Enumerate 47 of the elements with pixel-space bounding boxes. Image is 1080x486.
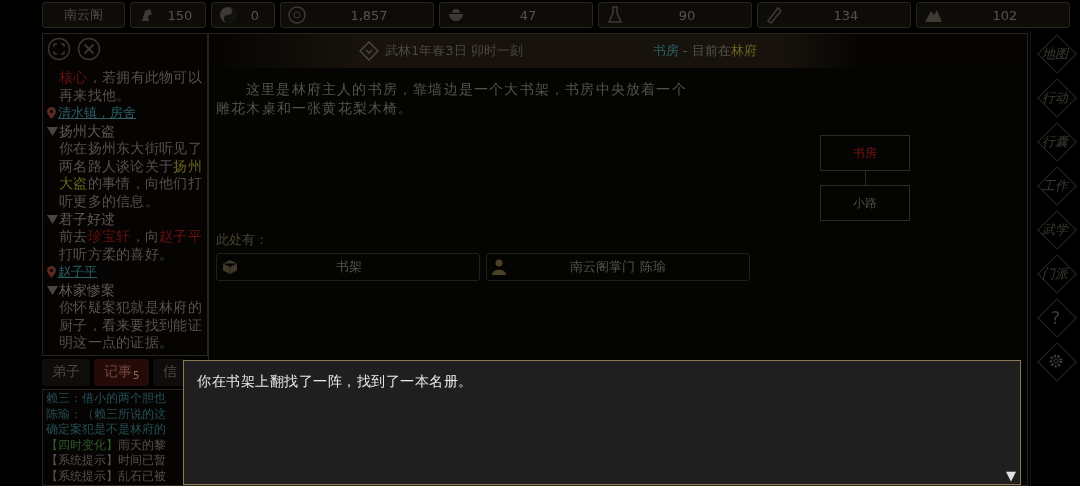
quest-description: 你怀疑案犯就是林府的厨子，看来要找到能证明这一点的证据。 — [58, 299, 203, 352]
quest-title[interactable]: 君子好逑 — [59, 210, 115, 228]
box-icon — [222, 259, 238, 275]
log-line: 【系统提示】乱石已被 — [46, 468, 167, 484]
stat-value: 134 — [832, 7, 860, 23]
expand-icon[interactable] — [47, 37, 71, 61]
quest-title[interactable]: 扬州大盗 — [59, 122, 115, 140]
log-line: 陈瑜：（赖三所说的这 — [46, 406, 167, 422]
stat-value: 90 — [677, 7, 697, 23]
current-location: 书房 - 目前在林府 — [652, 42, 757, 60]
quest-description: 前去珍宝轩，向赵子平 打听方柔的喜好。 — [58, 228, 204, 263]
message-dialog[interactable]: 你在书架上翻找了一阵，找到了一本名册。 ▼ — [183, 360, 1021, 485]
close-icon[interactable] — [77, 37, 101, 61]
diamond-icon — [359, 41, 379, 61]
stat-value: 0 — [249, 7, 261, 23]
log-line: 确定案犯是不是林府的 — [46, 422, 167, 438]
log-line: 【系统提示】时间已暂 — [46, 453, 167, 469]
room-description: 这里是林府主人的书房，靠墙边是一个大书架，书房中央放着一个雕花木桌和一张黄花梨木椅。 — [216, 80, 688, 118]
entity-button[interactable]: 书架 — [216, 253, 480, 281]
caret-icon[interactable] — [47, 214, 58, 224]
map-node[interactable]: 小路 — [820, 185, 910, 221]
yin-yang-icon — [218, 5, 238, 25]
person-icon — [492, 259, 506, 275]
quest-title[interactable]: 林家惨案 — [59, 281, 115, 299]
log-line: 【四时变化】雨天的黎 — [46, 437, 167, 453]
dialog-text: 你在书架上翻找了一阵，找到了一本名册。 — [197, 373, 474, 391]
log-line: 赖三：借小的两个胆也 — [46, 391, 167, 407]
location-link[interactable]: 赵子平 — [58, 263, 97, 281]
location-pin-icon — [47, 107, 56, 119]
stat-value: 150 — [166, 7, 194, 23]
sect-name: 南云阁 — [42, 2, 125, 28]
stat-value: 1,857 — [349, 7, 389, 23]
stat-value: 47 — [518, 7, 538, 23]
location-link[interactable]: 清水镇，房舍 — [58, 104, 136, 122]
continue-marker[interactable]: ▼ — [1006, 468, 1016, 483]
stat-value: 102 — [991, 7, 1019, 23]
flask-icon — [605, 5, 625, 25]
coin-icon — [287, 5, 307, 25]
quest-description: 核心，若拥有此物可以再来找他。 — [58, 69, 203, 104]
entity-button[interactable]: 南云阁掌门 陈瑜 — [486, 253, 750, 281]
tab[interactable]: 弟子 — [42, 358, 90, 386]
location-pin-icon — [47, 266, 56, 278]
caret-icon[interactable] — [47, 285, 58, 295]
quest-description: 你在扬州东大街听见了两名路人谈论关于扬州大盗的事情，向他们打听更多的信息。 — [58, 140, 203, 210]
map-node[interactable]: 书房 — [820, 135, 910, 171]
caret-icon[interactable] — [47, 126, 58, 136]
here-label: 此处有： — [216, 231, 269, 249]
